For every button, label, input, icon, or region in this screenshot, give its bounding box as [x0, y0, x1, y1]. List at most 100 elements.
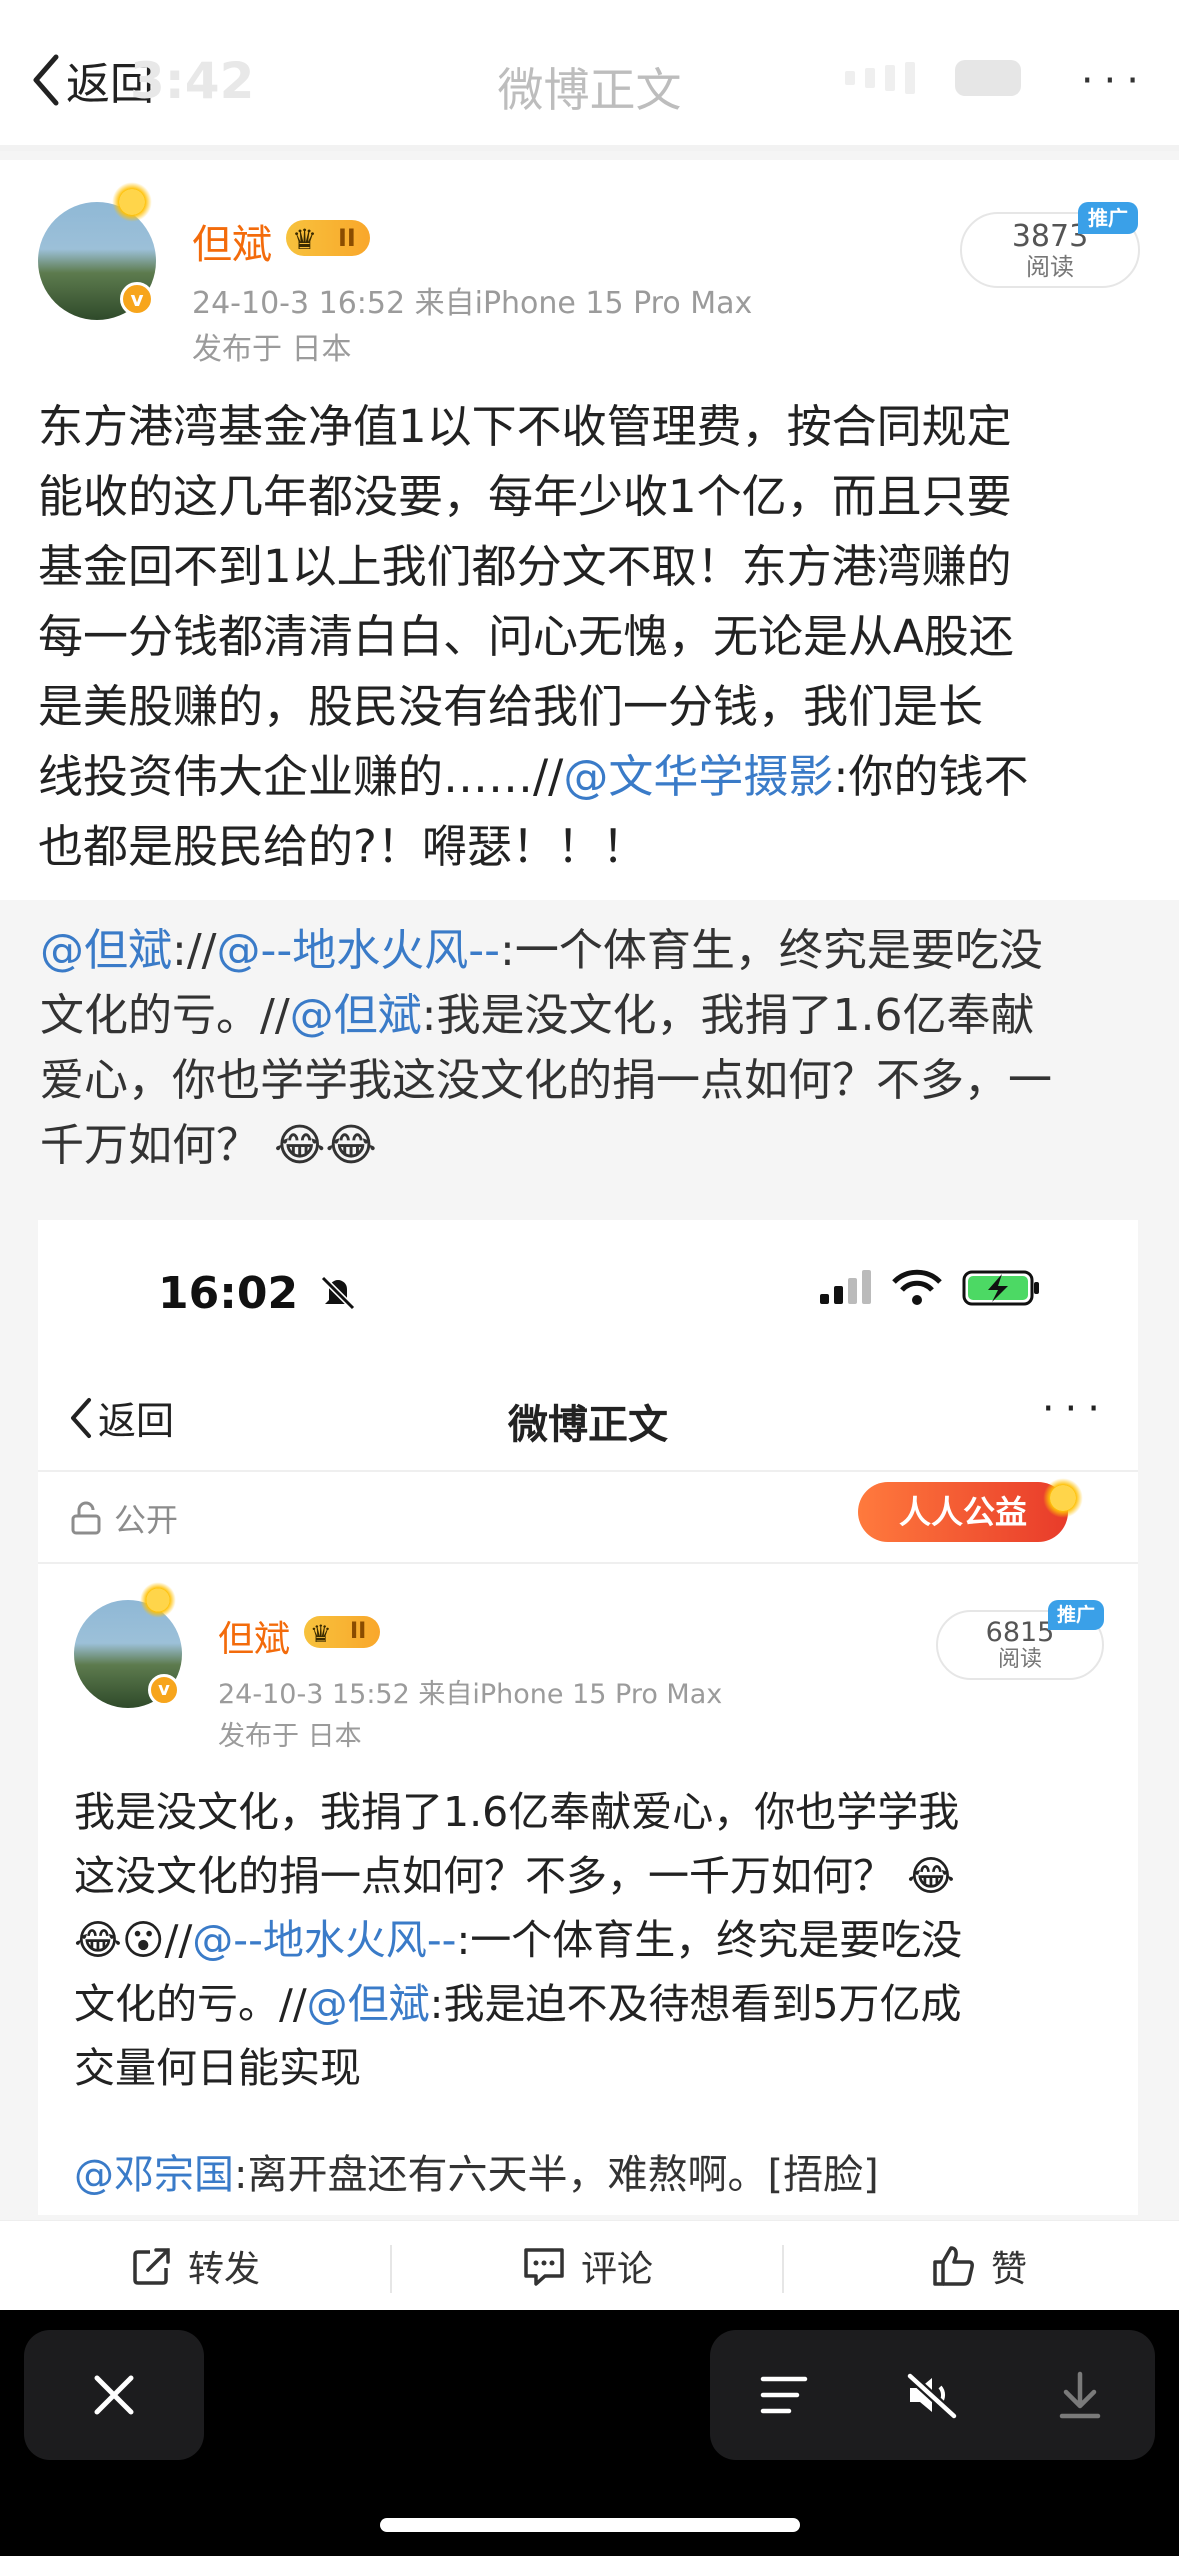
like-button[interactable]: 赞: [784, 2221, 1174, 2310]
text-segment: :一个体育生，终究是要吃没: [456, 1916, 963, 1964]
post-body-line: 东方港湾基金净值1以下不收管理费，按合同规定: [38, 400, 1012, 453]
visibility-row: 公开: [68, 1495, 178, 1541]
close-button[interactable]: [24, 2330, 204, 2460]
post-body-line: 😂😮//@--地水火风--:一个体育生，终究是要吃没: [74, 1908, 1124, 1972]
text-segment: 文化的亏。//: [40, 990, 290, 1041]
thumbs-up-icon: [933, 2246, 974, 2286]
post-body-line: 文化的亏。//@但斌:我是迫不及待想看到5万亿成: [74, 1972, 1124, 2036]
visibility-label: 公开: [114, 1501, 179, 1539]
speaker-muted-icon: [906, 2372, 958, 2420]
mention-link[interactable]: @文华学摄影: [563, 750, 833, 803]
action-bar: 转发 评论 赞: [0, 2220, 1179, 2310]
text-segment: 这没文化的捐一点如何？不多，一千万如何？: [74, 1852, 894, 1900]
page: 返回 3:42 微博正文 ··· v 但斌 ♛ II 24-10-3 16:52…: [0, 0, 1179, 2310]
post-body-line: 基金回不到1以上我们都分文不取！东方港湾赚的: [38, 540, 1012, 593]
username[interactable]: 但斌: [192, 212, 272, 270]
divider: [38, 1470, 1138, 1472]
repost-line: 爱心，你也学学我这没文化的捐一点如何？不多，一: [40, 1055, 1052, 1106]
text-segment: :我是迫不及待想看到5万亿成: [429, 1980, 962, 2028]
like-label: 赞: [990, 2249, 1027, 2290]
comment-button[interactable]: 评论: [392, 2221, 782, 2310]
laughing-emoji-icon: 😂😂: [274, 1120, 377, 1171]
mention-link[interactable]: @--地水火风--: [192, 1916, 456, 1964]
verified-badge-icon: v: [120, 282, 154, 316]
sun-decoration-icon: [1043, 1478, 1083, 1518]
post-body-line: 我是没文化，我捐了1.6亿奉献爱心，你也学学我: [74, 1788, 960, 1836]
laughing-emoji-icon: 😂😮: [74, 1916, 165, 1964]
comment-text: :离开盘还有六天半，难熬啊。[捂脸]: [234, 2152, 879, 2198]
vip-badge: ♛ II: [286, 220, 370, 256]
location: 发布于 日本: [218, 1721, 362, 1752]
text-segment: //: [164, 1916, 193, 1964]
status-time: 16:02: [158, 1268, 359, 1319]
read-label: 阅读: [1026, 253, 1074, 281]
mention-link[interactable]: @但斌: [40, 925, 172, 976]
control-group: [710, 2330, 1155, 2460]
top-nav: 返回 3:42 微博正文 ···: [0, 0, 1179, 150]
mention-link[interactable]: @但斌: [307, 1980, 430, 2028]
embedded-page-title: 微博正文: [508, 1402, 668, 1448]
post-body: 东方港湾基金净值1以下不收管理费，按合同规定 能收的这几年都没要，每年少收1个亿…: [38, 392, 1148, 882]
home-indicator[interactable]: [380, 2518, 800, 2532]
repost-line: 千万如何？ 😂😂: [40, 1113, 1150, 1178]
vip-badge: ♛ II: [304, 1616, 381, 1648]
mention-link[interactable]: @--地水火风--: [216, 925, 500, 976]
more-options-button[interactable]: ···: [1081, 58, 1149, 104]
signal-icon: [820, 1270, 871, 1304]
mention-link[interactable]: @邓宗国: [74, 2152, 234, 2198]
status-time-text: 16:02: [158, 1268, 299, 1319]
promo-tag: 推广: [1078, 202, 1138, 234]
timestamp-source: 24-10-3 15:52 来自iPhone 15 Pro Max: [218, 1679, 723, 1710]
divider: [38, 1562, 1138, 1564]
sun-decoration-icon: [112, 182, 152, 222]
post-body-line: 线投资伟大企业赚的……//@文华学摄影:你的钱不: [38, 742, 1148, 812]
crown-icon: ♛: [310, 1620, 332, 1648]
download-button[interactable]: [1006, 2330, 1154, 2460]
player-controls: [0, 2310, 1179, 2556]
repost-line: @但斌://@--地水火风--:一个体育生，终究是要吃没: [40, 918, 1150, 983]
post-body-line: 能收的这几年都没要，每年少收1个亿，而且只要: [38, 470, 1012, 523]
divider: [0, 145, 1179, 151]
sun-decoration-icon: [140, 1582, 176, 1618]
share-icon: [133, 2248, 170, 2285]
mention-link[interactable]: @但斌: [290, 990, 422, 1041]
text-segment: :一个体育生，终究是要吃没: [500, 925, 1043, 976]
laughing-emoji-icon: 😂: [907, 1852, 955, 1900]
menu-icon: [760, 2376, 808, 2414]
text-segment: :你的钱不: [833, 750, 1029, 803]
verified-badge-icon: v: [148, 1674, 180, 1706]
unlock-icon: [71, 1501, 101, 1535]
post-body-line: 每一分钱都清清白白、问心无愧，无论是从A股还: [38, 610, 1014, 663]
close-icon: [94, 2375, 134, 2415]
repost-label: 转发: [187, 2249, 260, 2290]
read-label: 阅读: [997, 1647, 1042, 1672]
menu-button[interactable]: [710, 2330, 858, 2460]
text-segment: 千万如何？: [40, 1120, 260, 1171]
battery-charging-icon: [962, 1270, 1039, 1306]
timestamp-source: 24-10-3 16:52 来自iPhone 15 Pro Max: [192, 286, 753, 321]
comment-line: @邓宗国:离开盘还有六天半，难熬啊。[捂脸]: [74, 2142, 879, 2200]
embedded-more-button[interactable]: ···: [1042, 1386, 1110, 1432]
text-segment: 文化的亏。//: [74, 1980, 307, 2028]
mute-button[interactable]: [858, 2330, 1006, 2460]
text-segment: :我是没文化，我捐了1.6亿奉献: [421, 990, 1035, 1041]
repost-chain: @但斌://@--地水火风--:一个体育生，终究是要吃没 文化的亏。//@但斌:…: [40, 918, 1150, 1178]
vip-level: II: [350, 1619, 367, 1644]
repost-line: 文化的亏。//@但斌:我是没文化，我捐了1.6亿奉献: [40, 983, 1150, 1048]
ghost-status-icons: [845, 60, 1021, 96]
embedded-post-body: 我是没文化，我捐了1.6亿奉献爱心，你也学学我 这没文化的捐一点如何？不多，一千…: [74, 1780, 1124, 2100]
embedded-screenshot[interactable]: 16:02 返回 微博正文 ··· 公开 人人公益 v 但斌 ♛ II 24-1…: [38, 1220, 1138, 2215]
post-body-line: 这没文化的捐一点如何？不多，一千万如何？ 😂: [74, 1844, 1124, 1908]
location: 发布于 日本: [192, 332, 352, 367]
post-body-line: 交量何日能实现: [74, 2044, 361, 2092]
text-segment: ://: [172, 925, 217, 976]
main-post: v 但斌 ♛ II 24-10-3 16:52 来自iPhone 15 Pro …: [0, 160, 1179, 900]
post-body-line: 也都是股民给的?！嘚瑟！！！: [38, 820, 647, 873]
username[interactable]: 但斌: [218, 1610, 290, 1662]
charity-badge[interactable]: 人人公益: [858, 1482, 1068, 1542]
crown-icon: ♛: [292, 223, 318, 256]
download-icon: [1059, 2371, 1101, 2419]
bell-muted-icon: [321, 1275, 356, 1311]
text-segment: 线投资伟大企业赚的……//: [38, 750, 564, 803]
repost-button[interactable]: 转发: [0, 2221, 390, 2310]
